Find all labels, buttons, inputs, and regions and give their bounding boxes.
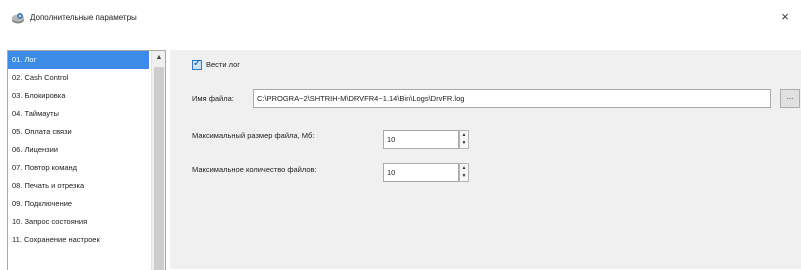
list-item-cash-control[interactable]: 02. Cash Control bbox=[8, 69, 149, 87]
settings-panel bbox=[170, 50, 801, 269]
list-item-connection[interactable]: 09. Подключение bbox=[8, 195, 149, 213]
list-item-timeouts[interactable]: 04. Таймауты bbox=[8, 105, 149, 123]
list-item-licenses[interactable]: 06. Лицензии bbox=[8, 141, 149, 159]
browse-button[interactable]: ... bbox=[780, 89, 800, 108]
list-item-telecom-payment[interactable]: 05. Оплата связи bbox=[8, 123, 149, 141]
spin-up-icon[interactable]: ▲ bbox=[460, 131, 468, 139]
settings-category-list[interactable]: 01. Лог 02. Cash Control 03. Блокировка … bbox=[7, 50, 166, 270]
scroll-up-arrow-icon[interactable]: ▲ bbox=[152, 51, 165, 65]
file-name-input[interactable]: C:\PROGRA~2\SHTRIH-M\DRVFR4~1.14\Bin\Log… bbox=[253, 89, 771, 108]
list-item-print-cut[interactable]: 08. Печать и отрезка bbox=[8, 177, 149, 195]
checkmark-icon: ✓ bbox=[193, 58, 202, 69]
scroll-thumb[interactable] bbox=[154, 67, 164, 270]
list-item-lock[interactable]: 03. Блокировка bbox=[8, 87, 149, 105]
spin-down-icon[interactable]: ▼ bbox=[460, 172, 468, 180]
window-title: Дополнительные параметры bbox=[30, 13, 137, 22]
gear-disk-icon bbox=[12, 13, 24, 24]
max-file-count-label: Максимальное количество файлов: bbox=[192, 165, 317, 174]
close-button[interactable]: × bbox=[776, 9, 794, 25]
enable-log-checkbox[interactable]: ✓ bbox=[192, 58, 202, 70]
list-item-save-settings[interactable]: 11. Сохранение настроек bbox=[8, 231, 149, 249]
max-file-size-spinner[interactable]: ▲ ▼ bbox=[459, 130, 469, 149]
list-item-status-request[interactable]: 10. Запрос состояния bbox=[8, 213, 149, 231]
max-file-count-input[interactable]: 10 bbox=[383, 163, 459, 182]
list-scrollbar[interactable]: ▲ bbox=[151, 51, 165, 270]
list-item-command-retry[interactable]: 07. Повтор команд bbox=[8, 159, 149, 177]
spin-up-icon[interactable]: ▲ bbox=[460, 164, 468, 172]
max-file-size-input[interactable]: 10 bbox=[383, 130, 459, 149]
title-bar: Дополнительные параметры × bbox=[0, 0, 801, 34]
spin-down-icon[interactable]: ▼ bbox=[460, 139, 468, 147]
max-file-size-label: Максимальный размер файла, Мб: bbox=[192, 131, 315, 140]
file-name-label: Имя файла: bbox=[192, 94, 234, 103]
list-item-log[interactable]: 01. Лог bbox=[8, 51, 149, 69]
enable-log-label: Вести лог bbox=[206, 60, 240, 69]
max-file-count-spinner[interactable]: ▲ ▼ bbox=[459, 163, 469, 182]
